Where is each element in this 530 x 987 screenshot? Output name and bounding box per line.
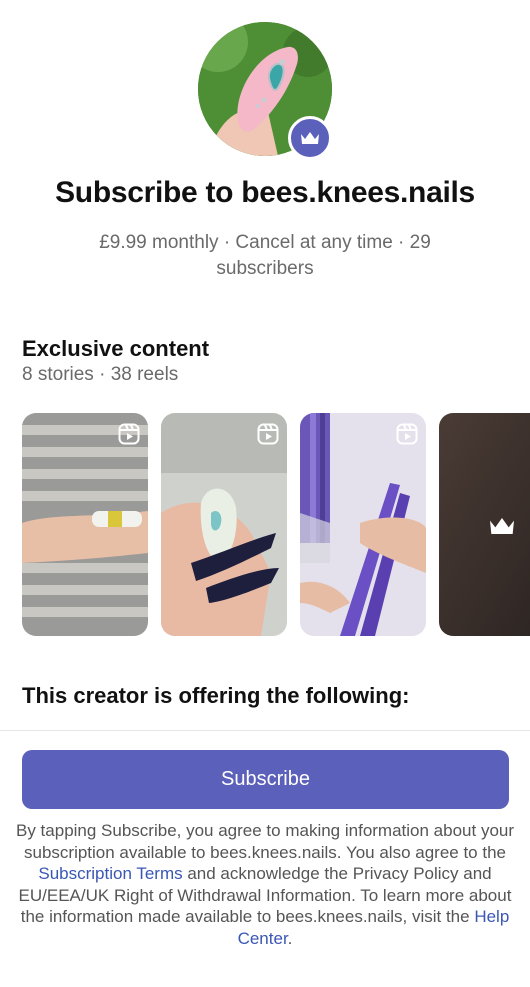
subscribe-button[interactable]: Subscribe — [22, 750, 509, 809]
reel-icon — [118, 423, 140, 445]
legal-text-part-1: By tapping Subscribe, you agree to makin… — [16, 821, 515, 862]
legal-disclaimer: By tapping Subscribe, you agree to makin… — [16, 820, 514, 949]
reel-thumbnail[interactable] — [22, 413, 148, 636]
reel-thumbnail[interactable] — [300, 413, 426, 636]
reel-icon — [257, 423, 279, 445]
exclusive-content-summary: 8 stories · 38 reels — [22, 364, 179, 385]
reel-preview-image — [161, 413, 287, 636]
reel-preview-image — [22, 413, 148, 636]
crown-icon — [301, 132, 319, 144]
reel-icon — [396, 423, 418, 445]
subscription-summary: £9.99 monthly · Cancel at any time · 29 … — [60, 230, 470, 282]
page-title: Subscribe to bees.knees.nails — [55, 176, 475, 209]
subscription-terms-link[interactable]: Subscription Terms — [38, 864, 182, 883]
offer-heading: This creator is offering the following: — [22, 683, 410, 708]
reel-thumbnail[interactable] — [161, 413, 287, 636]
legal-text-part-3: . — [287, 928, 293, 948]
subscription-price-line: £9.99 monthly · Cancel at any time · 29 — [99, 232, 431, 253]
divider — [0, 730, 530, 731]
reel-preview-image — [300, 413, 426, 636]
profile-avatar-group — [198, 22, 334, 160]
locked-content-thumbnail[interactable] — [439, 413, 530, 636]
subscriber-badge — [288, 116, 332, 160]
exclusive-content-heading: Exclusive content — [22, 336, 210, 361]
crown-icon — [490, 518, 514, 534]
exclusive-content-carousel[interactable] — [22, 413, 530, 637]
subscriber-count-line: subscribers — [216, 258, 314, 279]
